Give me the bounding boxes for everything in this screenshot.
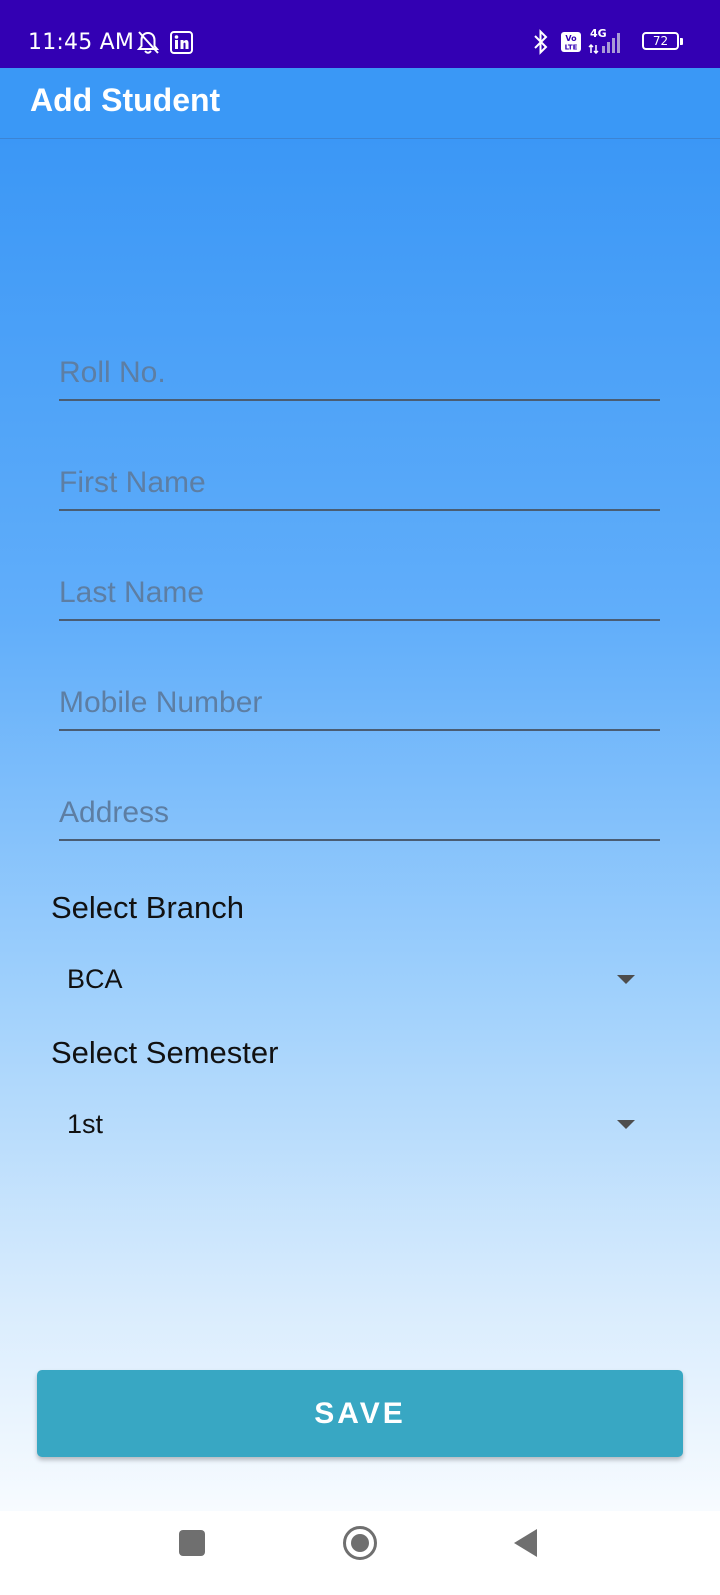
roll-number-field[interactable] — [59, 349, 660, 401]
home-circle-icon[interactable] — [342, 1525, 378, 1561]
bluetooth-icon — [534, 29, 548, 55]
status-bar: 11:45 AM Vo LTE 4G 72 — [0, 0, 720, 68]
form-content: Select Branch BCA Select Semester 1st — [0, 139, 720, 1511]
save-button[interactable]: SAVE — [37, 1370, 683, 1457]
address-field[interactable] — [59, 789, 660, 841]
battery-icon: 72 — [642, 32, 684, 52]
signal-icon — [588, 33, 620, 54]
branch-label: Select Branch — [51, 890, 244, 925]
dropdown-arrow-icon — [617, 975, 635, 984]
volte-icon: Vo LTE — [561, 32, 581, 52]
recents-square-icon[interactable] — [178, 1529, 206, 1557]
last-name-input[interactable] — [59, 573, 660, 613]
roll-number-input[interactable] — [59, 353, 660, 393]
back-triangle-icon[interactable] — [512, 1527, 540, 1559]
mobile-number-input[interactable] — [59, 683, 660, 723]
linkedin-icon — [170, 31, 193, 54]
first-name-field[interactable] — [59, 459, 660, 511]
svg-text:Vo: Vo — [565, 34, 577, 43]
branch-value: BCA — [67, 964, 123, 994]
page-title: Add Student — [30, 82, 221, 118]
muted-bell-icon — [136, 31, 160, 54]
address-input[interactable] — [59, 793, 660, 833]
semester-label: Select Semester — [51, 1035, 279, 1070]
battery-level: 72 — [652, 34, 669, 48]
navigation-bar — [0, 1511, 720, 1595]
semester-value: 1st — [67, 1109, 104, 1139]
app-bar: Add Student — [0, 68, 720, 139]
svg-text:LTE: LTE — [565, 44, 578, 52]
branch-dropdown[interactable]: BCA — [51, 950, 651, 1010]
dropdown-arrow-icon — [617, 1120, 635, 1129]
last-name-field[interactable] — [59, 569, 660, 621]
mobile-number-field[interactable] — [59, 679, 660, 731]
status-time: 11:45 AM — [28, 30, 135, 55]
semester-dropdown[interactable]: 1st — [51, 1095, 651, 1155]
first-name-input[interactable] — [59, 463, 660, 503]
